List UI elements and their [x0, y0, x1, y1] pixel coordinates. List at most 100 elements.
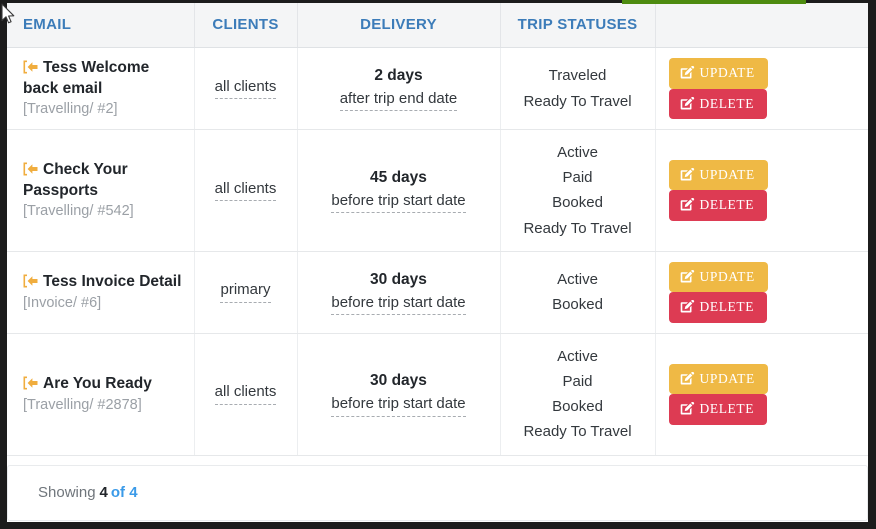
email-template-name[interactable]: Are You Ready [Travelling/ #2878]: [23, 374, 186, 414]
delete-button-label: DELETE: [699, 197, 755, 213]
clients-value[interactable]: all clients: [214, 383, 277, 406]
trip-status: Active: [557, 347, 598, 365]
table-header: EMAIL CLIENTS DELIVERY TRIP STATUSES: [7, 3, 868, 48]
window-frame-left: [0, 0, 7, 529]
table-row: Check Your Passports [Travelling/ #542] …: [7, 129, 868, 252]
edit-pencil-icon: [680, 65, 695, 79]
update-button-label: UPDATE: [699, 370, 755, 386]
email-reference: [Travelling/ #2]: [23, 101, 118, 118]
shown-count: 4: [99, 483, 108, 501]
cell-clients: all clients: [194, 47, 298, 131]
edit-pencil-icon: [680, 401, 695, 415]
trip-status: Ready To Travel: [523, 423, 632, 441]
email-title-text: Tess Invoice Detail: [43, 273, 182, 291]
showing-label: Showing: [38, 483, 96, 501]
cell-actions: UPDATE DELETE: [655, 129, 868, 252]
cell-email: Check Your Passports [Travelling/ #542]: [7, 129, 195, 252]
arrow-left-into-bracket-icon: [23, 60, 39, 74]
delivery-timing[interactable]: before trip start date: [331, 293, 466, 316]
email-templates-table: EMAIL CLIENTS DELIVERY TRIP STATUSES Tes…: [7, 3, 868, 456]
trip-status: Paid: [562, 169, 593, 187]
page-viewport: EMAIL CLIENTS DELIVERY TRIP STATUSES Tes…: [0, 0, 876, 529]
trip-status: Booked: [552, 296, 603, 314]
window-frame-right: [868, 0, 876, 529]
table-body: Tess Welcome back email [Travelling/ #2]…: [7, 47, 868, 456]
email-templates-panel: EMAIL CLIENTS DELIVERY TRIP STATUSES Tes…: [7, 3, 868, 522]
cell-delivery: 2 days after trip end date: [297, 47, 501, 131]
edit-pencil-icon: [680, 198, 695, 211]
clients-value[interactable]: all clients: [214, 78, 277, 100]
delivery-timing[interactable]: before trip start date: [331, 191, 466, 214]
delete-button-label: DELETE: [699, 299, 755, 315]
edit-pencil-icon: [680, 167, 695, 181]
arrow-left-into-bracket-icon: [23, 376, 39, 390]
table-header-row: EMAIL CLIENTS DELIVERY TRIP STATUSES: [7, 3, 868, 48]
cell-trip-statuses: Active Booked: [500, 251, 656, 334]
edit-pencil-icon: [680, 96, 695, 110]
update-button-label: UPDATE: [699, 268, 755, 284]
trip-status: Booked: [552, 194, 603, 212]
email-reference: [Invoice/ #6]: [23, 294, 102, 311]
delete-button[interactable]: DELETE: [668, 190, 768, 221]
update-button[interactable]: UPDATE: [668, 159, 768, 191]
cell-actions: UPDATE DELETE: [655, 47, 868, 131]
delivery-timing[interactable]: before trip start date: [331, 394, 466, 417]
trip-status: Booked: [552, 398, 603, 416]
table-row: Are You Ready [Travelling/ #2878] all cl…: [7, 333, 868, 456]
delete-button-label: DELETE: [699, 95, 755, 111]
cell-delivery: 30 days before trip start date: [297, 333, 501, 456]
cell-actions: UPDATE DELETE: [655, 251, 868, 334]
column-header-email[interactable]: EMAIL: [7, 3, 195, 48]
clients-value[interactable]: primary: [220, 281, 271, 304]
cell-email: Tess Invoice Detail [Invoice/ #6]: [7, 251, 195, 334]
cell-delivery: 30 days before trip start date: [297, 251, 501, 334]
window-frame-top-right: [806, 0, 876, 3]
window-frame-bottom: [0, 522, 876, 529]
update-button-label: UPDATE: [699, 65, 755, 81]
edit-pencil-icon: [680, 371, 695, 385]
delete-button[interactable]: DELETE: [668, 292, 768, 323]
edit-pencil-icon: [680, 269, 695, 283]
column-header-trip-statuses[interactable]: TRIP STATUSES: [500, 3, 656, 48]
trip-status: Paid: [562, 373, 593, 390]
arrow-left-into-bracket-icon: [23, 162, 39, 176]
arrow-left-into-bracket-icon: [23, 274, 39, 288]
column-header-delivery[interactable]: DELIVERY: [297, 3, 501, 48]
email-template-name[interactable]: Tess Invoice Detail [Invoice/ #6]: [23, 272, 186, 312]
update-button[interactable]: UPDATE: [668, 58, 768, 89]
cell-clients: all clients: [194, 333, 298, 456]
delivery-timing[interactable]: after trip end date: [339, 89, 458, 112]
email-template-name[interactable]: Tess Welcome back email [Travelling/ #2]: [23, 58, 186, 119]
cell-email: Tess Welcome back email [Travelling/ #2]: [7, 47, 195, 131]
trip-status: Traveled: [548, 67, 607, 85]
email-reference: [Travelling/ #2878]: [23, 396, 142, 413]
cell-delivery: 45 days before trip start date: [297, 129, 501, 252]
column-header-actions: [655, 3, 868, 48]
update-button[interactable]: UPDATE: [668, 261, 768, 293]
delivery-amount: 45 days: [370, 168, 427, 186]
cell-actions: UPDATE DELETE: [655, 333, 868, 456]
trip-status: Ready To Travel: [523, 219, 632, 237]
edit-pencil-icon: [680, 300, 695, 313]
cell-trip-statuses: Traveled Ready To Travel: [500, 47, 656, 131]
cell-email: Are You Ready [Travelling/ #2878]: [7, 333, 195, 456]
table-row: Tess Welcome back email [Travelling/ #2]…: [7, 47, 868, 131]
email-template-name[interactable]: Check Your Passports [Travelling/ #542]: [23, 160, 186, 221]
cell-trip-statuses: Active Paid Booked Ready To Travel: [500, 129, 656, 252]
delete-button[interactable]: DELETE: [668, 88, 768, 120]
clients-value[interactable]: all clients: [214, 180, 277, 202]
update-button-label: UPDATE: [699, 166, 755, 182]
table-row: Tess Invoice Detail [Invoice/ #6] primar…: [7, 251, 868, 334]
cell-clients: primary: [194, 251, 298, 334]
column-header-clients[interactable]: CLIENTS: [194, 3, 298, 48]
cell-trip-statuses: Active Paid Booked Ready To Travel: [500, 333, 656, 456]
delete-button[interactable]: DELETE: [668, 394, 768, 425]
delivery-amount: 2 days: [374, 66, 423, 84]
trip-status: Ready To Travel: [523, 92, 632, 110]
email-reference: [Travelling/ #542]: [23, 203, 134, 220]
email-title-text: Are You Ready: [43, 374, 152, 392]
pagination-summary: Showing 4 of 4: [7, 464, 868, 521]
trip-status: Active: [557, 271, 598, 289]
update-button[interactable]: UPDATE: [668, 363, 768, 395]
trip-status: Active: [557, 144, 598, 162]
